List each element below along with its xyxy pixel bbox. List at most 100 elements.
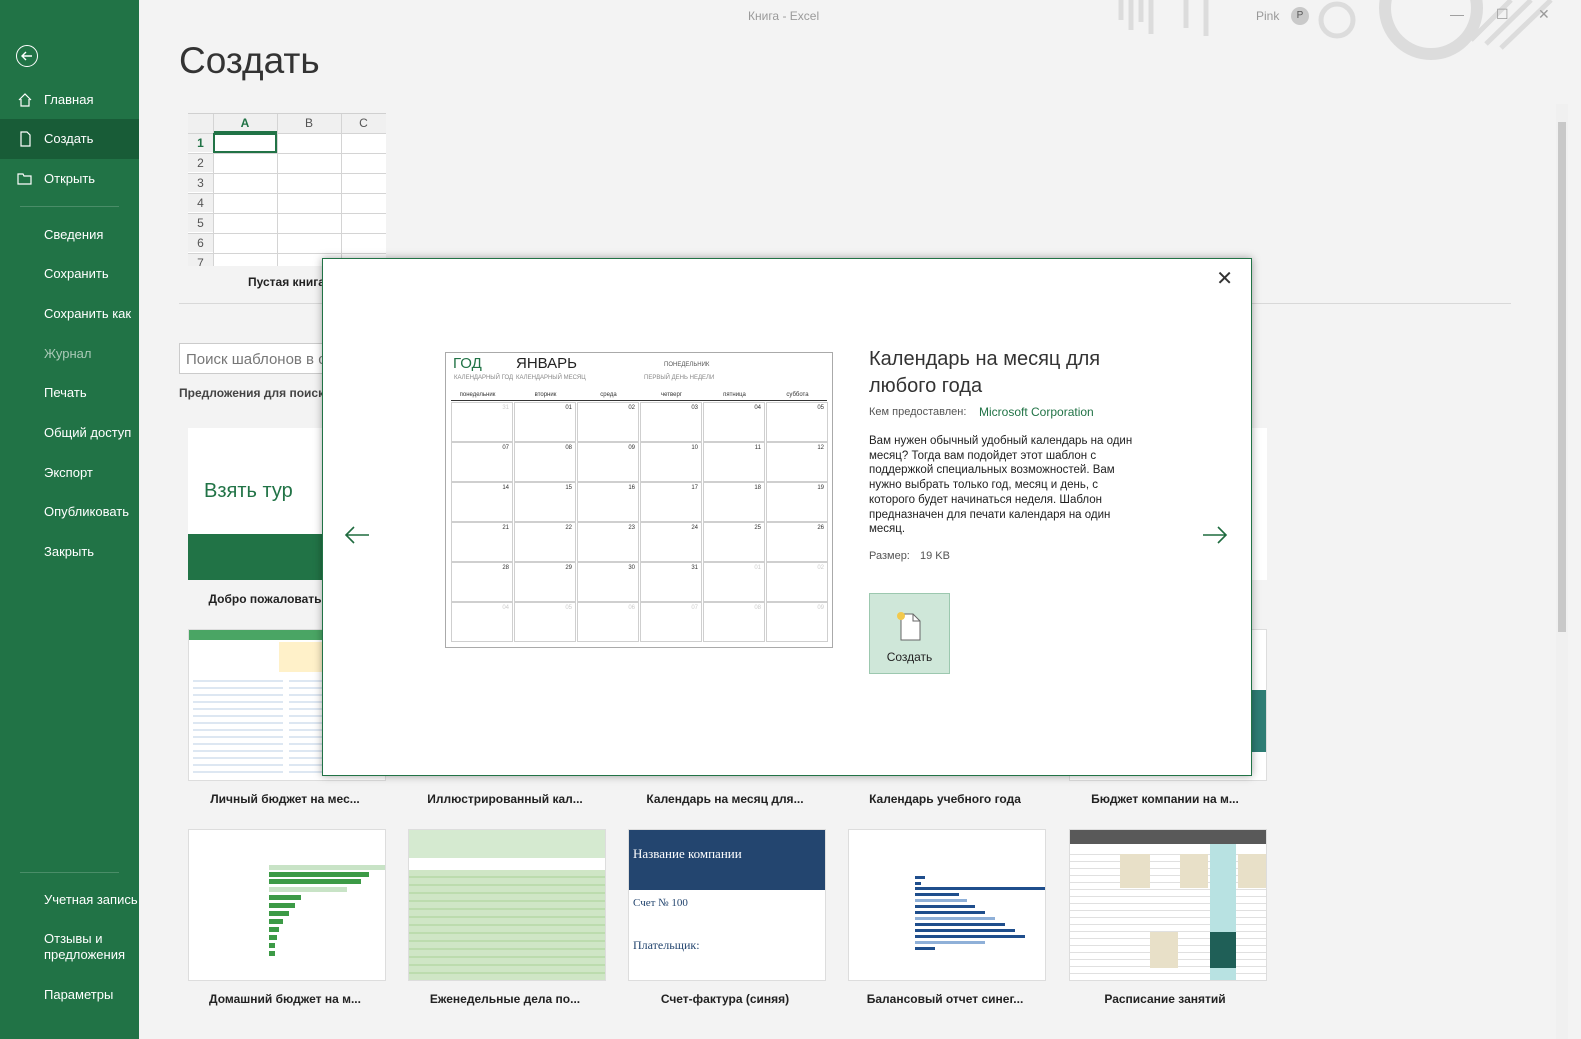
template-label: Еженедельные дела по...	[429, 992, 581, 1006]
grid-line	[188, 153, 386, 154]
nav-feedback[interactable]: Отзывы и предложения	[0, 927, 139, 967]
nav-close[interactable]: Закрыть	[0, 532, 139, 572]
nav-save-label: Сохранить	[44, 266, 109, 281]
window-title: Книга - Excel	[748, 9, 820, 23]
template-preview-dialog: ✕ ГОД ЯНВАРЬ КАЛЕНДАРНЫЙ ГОД КАЛЕНДАРНЫЙ…	[322, 258, 1252, 776]
tour-text: Взять тур	[204, 480, 293, 502]
arrow-left-icon[interactable]	[343, 521, 371, 549]
grid-line	[341, 114, 342, 266]
template-label: Бюджет компании на м...	[1091, 792, 1239, 806]
calendar-day-header: вторник	[534, 392, 557, 398]
nav-divider	[20, 206, 119, 207]
nav-divider	[20, 872, 119, 873]
template-home-budget-thumbnail[interactable]	[188, 829, 386, 981]
minimize-icon[interactable]: —	[1450, 6, 1464, 22]
maximize-icon[interactable]: ☐	[1496, 6, 1509, 23]
column-header: B	[277, 114, 341, 133]
blank-workbook-thumbnail[interactable]: A B C 1 2 3 4 5 6 7	[188, 113, 386, 266]
calendar-day-header: среда	[600, 392, 617, 398]
nav-publish[interactable]: Опубликовать	[0, 492, 139, 532]
calendar-cell: 07	[640, 602, 702, 642]
template-label: Расписание занятий	[1104, 992, 1226, 1006]
create-button[interactable]: Создать	[869, 593, 950, 674]
nav-print[interactable]: Печать	[0, 373, 139, 413]
thumb-block	[1238, 854, 1266, 888]
nav-save-as[interactable]: Сохранить как	[0, 294, 139, 334]
calendar-cell: 19	[766, 482, 828, 522]
thumb-table	[409, 870, 605, 980]
calendar-cell: 05	[766, 402, 828, 442]
backstage-sidebar: Главная Создать Открыть Сведения Сохрани…	[0, 0, 139, 1039]
thumb-block	[1120, 854, 1150, 888]
preview-description: Вам нужен обычный удобный календарь на о…	[869, 435, 1133, 536]
nav-export-label: Экспорт	[44, 465, 93, 480]
close-icon[interactable]: ✕	[1216, 266, 1233, 291]
arrow-right-icon[interactable]	[1201, 521, 1229, 549]
calendar-cell: 05	[514, 602, 576, 642]
template-weekly-chores-thumbnail[interactable]	[408, 829, 606, 981]
calendar-month: ЯНВАРЬ	[516, 355, 578, 372]
template-label: Личный бюджет на мес...	[210, 792, 360, 806]
vertical-scrollbar[interactable]	[1556, 104, 1568, 1039]
scrollbar-thumb[interactable]	[1558, 122, 1566, 632]
calendar-cell: 10	[640, 442, 702, 482]
row-header: 4	[188, 193, 213, 212]
row-header: 2	[188, 153, 213, 172]
template-schedule-thumbnail[interactable]	[1069, 829, 1267, 981]
calendar-cell: 14	[451, 482, 513, 522]
nav-account-label: Учетная запись	[44, 892, 138, 907]
user-name[interactable]: Pink	[1256, 9, 1279, 23]
calendar-cell: 21	[451, 522, 513, 562]
calendar-day-header: понедельник	[459, 392, 496, 398]
template-balance-sheet-thumbnail[interactable]	[848, 829, 1046, 981]
calendar-cell: 02	[766, 562, 828, 602]
calendar-cell: 01	[514, 402, 576, 442]
avatar[interactable]: P	[1291, 7, 1309, 25]
template-label: Календарь учебного года	[869, 792, 1021, 806]
nav-info[interactable]: Сведения	[0, 215, 139, 255]
nav-account[interactable]: Учетная запись	[0, 880, 139, 920]
row-header: 5	[188, 213, 213, 232]
thumb-table	[193, 675, 283, 775]
nav-export[interactable]: Экспорт	[0, 453, 139, 493]
calendar-cell: 01	[703, 562, 765, 602]
calendar-cell: 15	[514, 482, 576, 522]
calendar-cell: 03	[640, 402, 702, 442]
calendar-cell: 29	[514, 562, 576, 602]
nav-new-label: Создать	[44, 131, 94, 146]
grid-line	[188, 213, 386, 214]
nav-publish-label: Опубликовать	[44, 504, 130, 519]
nav-history[interactable]: Журнал	[0, 334, 139, 374]
thumb-invoice-number: Счет № 100	[633, 897, 688, 909]
grid-line	[188, 253, 386, 254]
corner-cell	[188, 114, 213, 133]
row-header: 6	[188, 233, 213, 252]
calendar-day-header: четверг	[661, 392, 682, 398]
grid-line	[188, 233, 386, 234]
calendar-cell: 23	[577, 522, 639, 562]
calendar-cell: 31	[640, 562, 702, 602]
selected-cell	[213, 133, 277, 153]
grid-line	[188, 173, 386, 174]
calendar-first-day: ПЕРВЫЙ ДЕНЬ НЕДЕЛИ	[644, 375, 715, 381]
calendar-cell: 11	[703, 442, 765, 482]
page-title: Создать	[179, 40, 320, 81]
back-arrow-icon[interactable]	[16, 45, 38, 67]
calendar-cell: 28	[451, 562, 513, 602]
home-icon	[18, 93, 32, 107]
nav-new[interactable]: Создать	[0, 119, 139, 159]
calendar-cell: 07	[451, 442, 513, 482]
template-invoice-thumbnail[interactable]: Название компании Счет № 100 Плательщик:	[628, 829, 826, 981]
nav-close-label: Закрыть	[44, 544, 95, 559]
calendar-year: ГОД	[453, 355, 482, 372]
nav-save[interactable]: Сохранить	[0, 254, 139, 294]
calendar-cell: 31	[451, 402, 513, 442]
nav-home[interactable]: Главная	[0, 80, 139, 120]
nav-feedback-label-line2: предложения	[44, 947, 126, 962]
close-window-icon[interactable]: ✕	[1538, 6, 1550, 23]
column-header: C	[341, 114, 386, 133]
nav-open[interactable]: Открыть	[0, 159, 139, 199]
nav-options[interactable]: Параметры	[0, 975, 139, 1015]
calendar-monday: ПОНЕДЕЛЬНИК	[664, 362, 710, 368]
nav-share[interactable]: Общий доступ	[0, 413, 139, 453]
